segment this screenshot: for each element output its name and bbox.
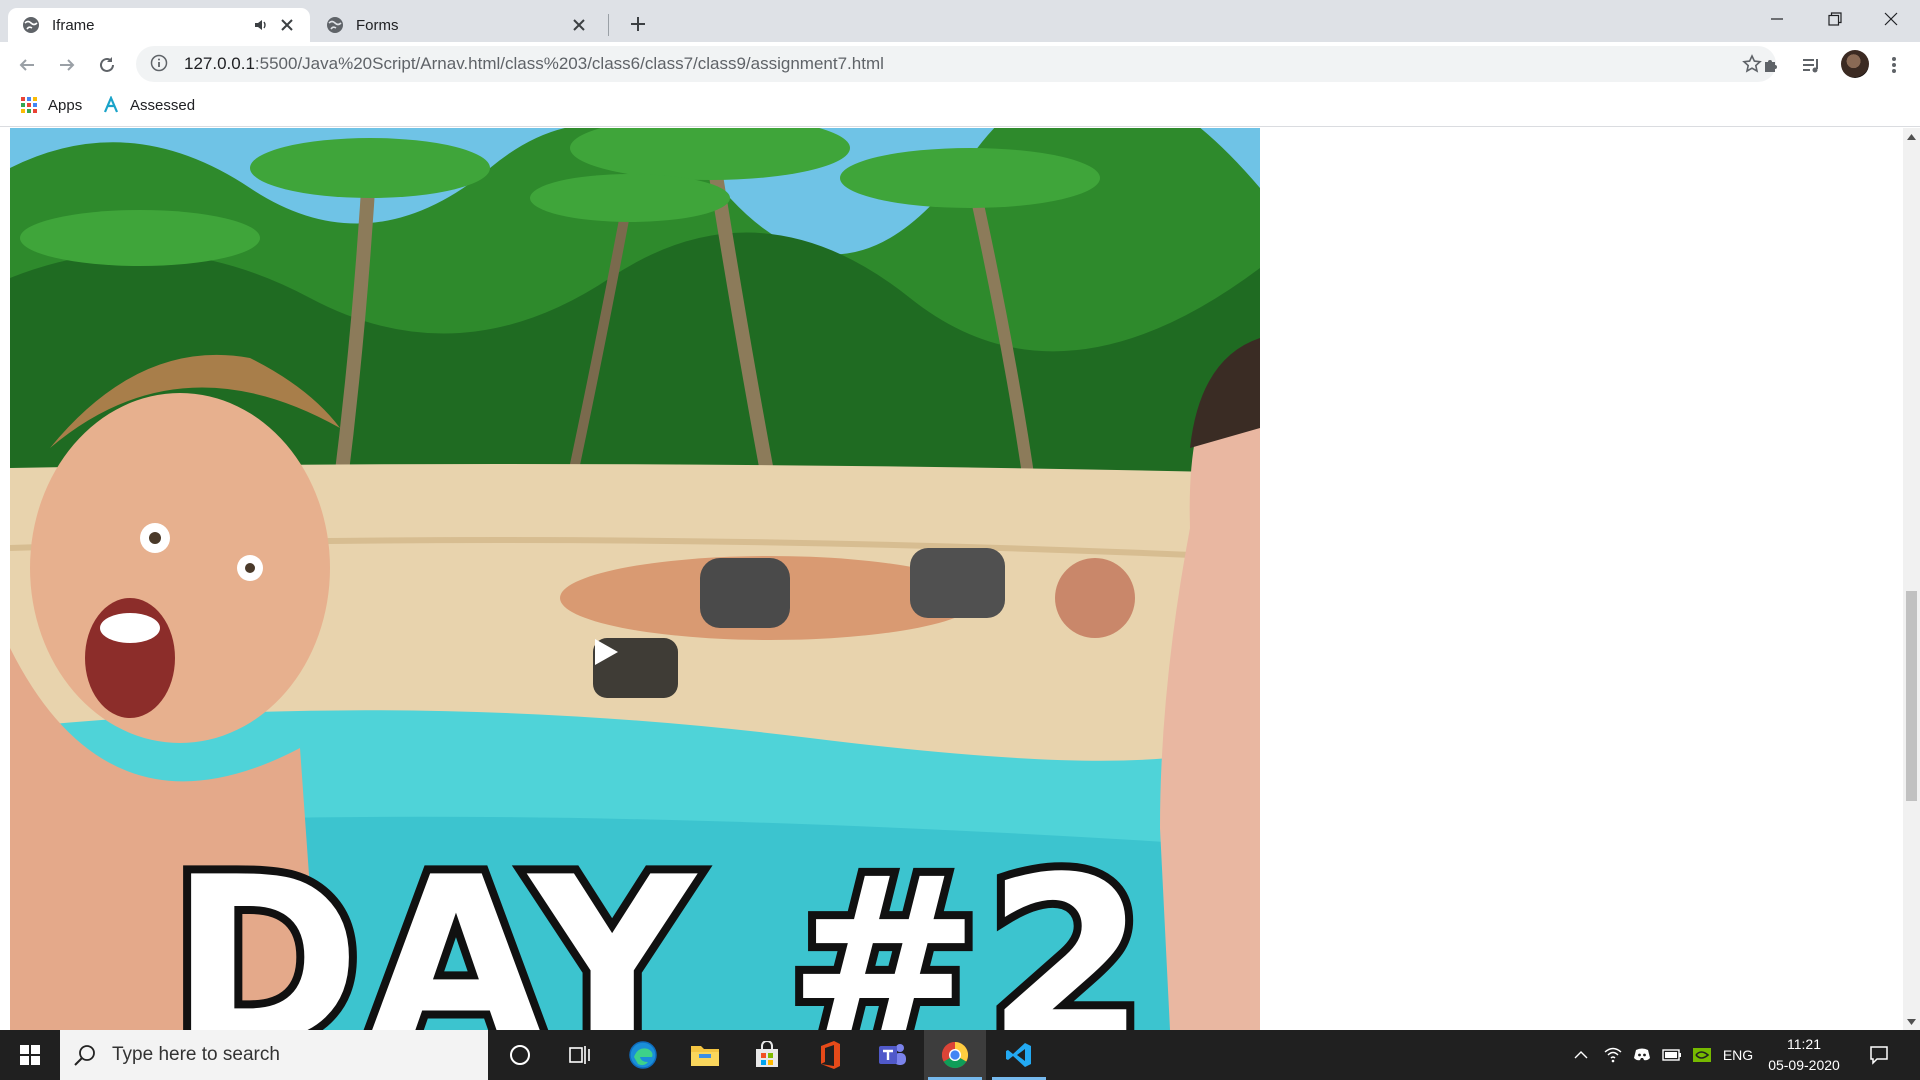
chevron-up-icon (1574, 1051, 1588, 1059)
forward-button[interactable] (50, 48, 84, 82)
url-path: :5500/Java%20Script/Arnav.html/class%203… (254, 54, 884, 73)
windows-logo-icon (20, 1045, 40, 1065)
page-scrollbar[interactable] (1903, 128, 1920, 1030)
taskbar-store[interactable] (737, 1030, 797, 1080)
nvidia-icon[interactable] (1689, 1030, 1715, 1080)
media-control-icon[interactable] (1797, 50, 1827, 80)
browser-toolbar: 127.0.0.1:5500/Java%20Script/Arnav.html/… (0, 42, 1920, 87)
edge-icon (629, 1041, 657, 1069)
bookmark-label: Apps (48, 96, 83, 114)
url-host: 127.0.0.1 (184, 54, 255, 73)
tab-divider (608, 14, 609, 36)
start-button[interactable] (0, 1030, 60, 1080)
play-button[interactable] (593, 638, 678, 698)
show-hidden-icons-button[interactable] (1568, 1030, 1594, 1080)
cortana-circle-icon (510, 1045, 530, 1065)
speaker-icon[interactable] (250, 14, 272, 36)
youtube-iframe-video[interactable]: DAY #2 (10, 128, 1260, 1030)
restore-button[interactable] (1806, 0, 1864, 38)
scroll-down-arrow-icon[interactable] (1903, 1013, 1920, 1030)
minimize-button[interactable] (1748, 0, 1806, 38)
taskbar-chrome[interactable] (924, 1030, 986, 1080)
store-bag-icon (756, 1041, 778, 1067)
taskbar-edge[interactable] (613, 1030, 673, 1080)
reload-button[interactable] (90, 48, 124, 82)
close-tab-icon[interactable] (568, 14, 590, 36)
globe-icon (22, 16, 40, 34)
extensions-puzzle-icon[interactable] (1757, 50, 1787, 80)
office-icon (821, 1041, 840, 1069)
taskbar-search-box[interactable]: Type here to search (60, 1030, 488, 1080)
clock-date: 05-09-2020 (1768, 1057, 1840, 1073)
chrome-icon (941, 1041, 969, 1069)
bookmarks-bar: Apps Assessed (0, 87, 1920, 127)
tab-strip: Iframe Forms (0, 0, 1920, 42)
bookmark-label: Assessed (130, 96, 196, 114)
action-center-button[interactable] (1860, 1030, 1898, 1080)
search-placeholder: Type here to search (112, 1044, 280, 1065)
cortana-button[interactable] (490, 1030, 550, 1080)
task-view-button[interactable] (550, 1030, 610, 1080)
taskbar-vscode[interactable] (988, 1030, 1050, 1080)
globe-icon (326, 16, 344, 34)
close-window-button[interactable] (1862, 0, 1920, 38)
clock-time: 11:21 (1787, 1036, 1821, 1052)
address-bar[interactable]: 127.0.0.1:5500/Java%20Script/Arnav.html/… (136, 46, 1776, 82)
menu-kebab-icon[interactable] (1879, 50, 1909, 80)
scroll-up-arrow-icon[interactable] (1903, 128, 1920, 145)
url-text: 127.0.0.1:5500/Java%20Script/Arnav.html/… (184, 54, 884, 74)
language-indicator[interactable]: ENG (1717, 1030, 1759, 1080)
new-tab-button[interactable] (624, 10, 652, 38)
tab-iframe[interactable]: Iframe (8, 8, 310, 42)
folder-icon (691, 1046, 719, 1066)
notification-icon (1870, 1046, 1888, 1065)
tab-forms[interactable]: Forms (312, 8, 602, 42)
bookmark-apps[interactable]: Apps (20, 96, 82, 114)
back-button[interactable] (10, 48, 44, 82)
play-icon (595, 639, 618, 665)
teams-icon (879, 1044, 906, 1065)
network-icon[interactable] (1599, 1030, 1627, 1080)
task-view-icon (569, 1046, 590, 1064)
info-icon[interactable] (150, 54, 170, 74)
tab-title: Iframe (52, 16, 95, 34)
system-clock[interactable]: 11:21 05-09-2020 (1760, 1034, 1848, 1076)
taskbar-teams[interactable] (862, 1030, 922, 1080)
close-tab-icon[interactable] (276, 14, 298, 36)
bookmark-assessed[interactable]: Assessed (102, 96, 195, 114)
scrollbar-thumb[interactable] (1906, 591, 1917, 801)
search-icon (74, 1044, 96, 1066)
battery-icon[interactable] (1658, 1030, 1686, 1080)
windows-taskbar: Type here to search ENG 11:21 05-09-2020 (0, 1030, 1920, 1080)
video-overlay-title: DAY #2 (162, 829, 1154, 1031)
assessed-logo-icon (102, 96, 120, 114)
tab-title: Forms (356, 16, 399, 34)
vscode-icon (1006, 1043, 1031, 1067)
page-content: DAY #2 (0, 128, 1920, 1030)
discord-icon[interactable] (1629, 1030, 1655, 1080)
apps-grid-icon (20, 96, 38, 114)
taskbar-office[interactable] (800, 1030, 860, 1080)
profile-avatar[interactable] (1841, 50, 1869, 78)
taskbar-file-explorer[interactable] (675, 1030, 735, 1080)
